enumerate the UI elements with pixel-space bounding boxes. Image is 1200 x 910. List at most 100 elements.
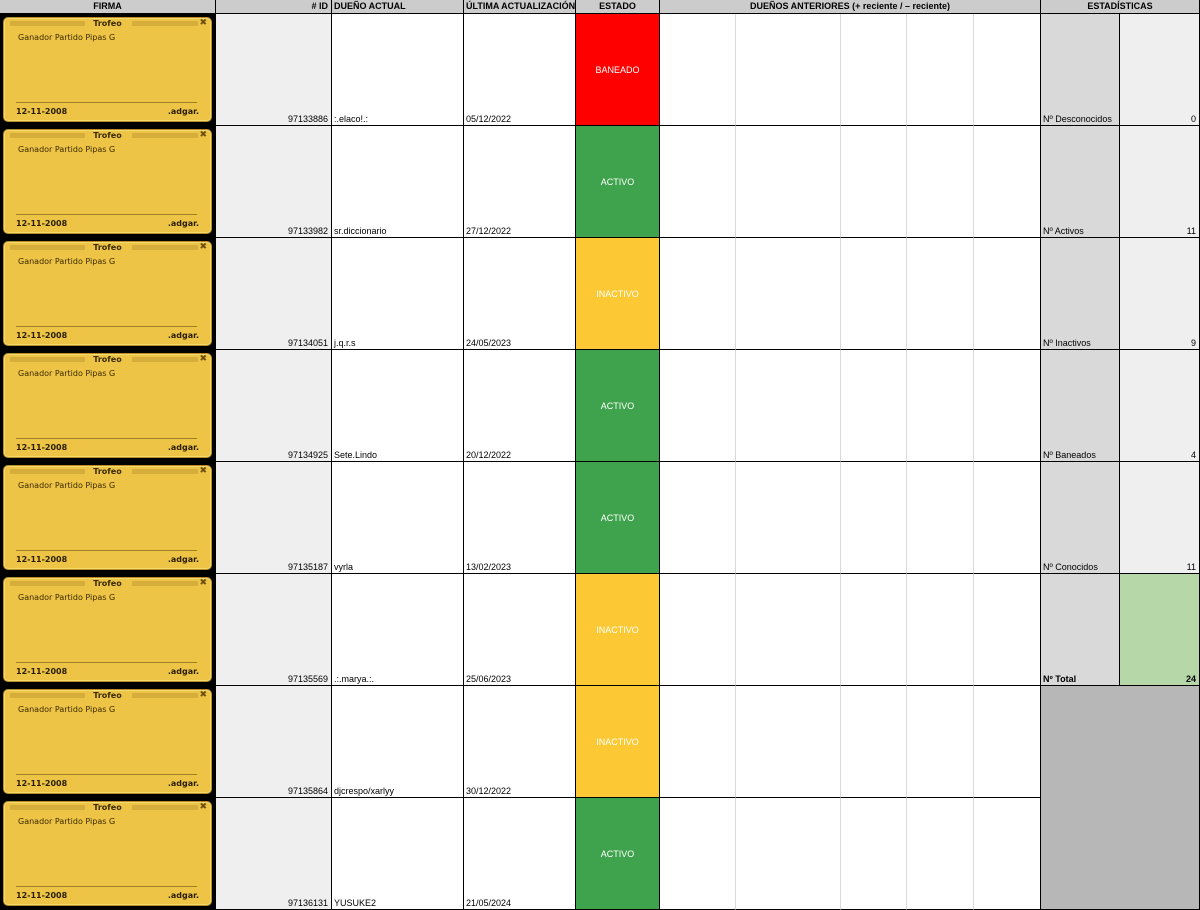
status-cell[interactable]: ACTIVO [576, 350, 660, 462]
owner-cell[interactable]: :.elaco!.: [332, 14, 464, 126]
stat-label-cell[interactable]: Nº Baneados [1041, 350, 1120, 462]
previous-owner-cell[interactable] [736, 574, 841, 686]
firma-cell[interactable]: Trofeo ✖ Ganador Partido Pipas G 12-11-2… [0, 574, 216, 686]
previous-owner-cell[interactable] [841, 686, 907, 798]
previous-owner-cell[interactable] [660, 238, 736, 350]
updated-cell[interactable]: 25/06/2023 [464, 574, 576, 686]
previous-owner-cell[interactable] [907, 126, 974, 238]
updated-cell[interactable]: 05/12/2022 [464, 14, 576, 126]
previous-owner-cell[interactable] [841, 14, 907, 126]
previous-owner-cell[interactable] [974, 462, 1041, 574]
previous-owner-cell[interactable] [974, 574, 1041, 686]
previous-owner-cell[interactable] [907, 238, 974, 350]
previous-owner-cell[interactable] [736, 686, 841, 798]
header-updated[interactable]: ÚLTIMA ACTUALIZACIÓN [464, 0, 576, 14]
previous-owner-cell[interactable] [736, 14, 841, 126]
previous-owner-cell[interactable] [907, 14, 974, 126]
id-cell[interactable]: 97136131 [216, 798, 332, 910]
previous-owner-cell[interactable] [907, 462, 974, 574]
previous-owner-cell[interactable] [660, 686, 736, 798]
previous-owner-cell[interactable] [974, 686, 1041, 798]
updated-cell[interactable]: 13/02/2023 [464, 462, 576, 574]
previous-owner-cell[interactable] [660, 462, 736, 574]
previous-owner-cell[interactable] [660, 574, 736, 686]
previous-owner-cell[interactable] [907, 574, 974, 686]
header-id[interactable]: # ID [216, 0, 332, 14]
id-cell[interactable]: 97134051 [216, 238, 332, 350]
status-cell[interactable]: ACTIVO [576, 126, 660, 238]
previous-owner-cell[interactable] [841, 350, 907, 462]
previous-owner-cell[interactable] [841, 798, 907, 910]
status-cell[interactable]: ACTIVO [576, 798, 660, 910]
previous-owner-cell[interactable] [907, 350, 974, 462]
stat-value-cell[interactable]: 11 [1120, 126, 1200, 238]
previous-owner-cell[interactable] [841, 238, 907, 350]
previous-owner-cell[interactable] [841, 462, 907, 574]
owner-cell[interactable]: j.q.r.s [332, 238, 464, 350]
firma-cell[interactable]: Trofeo ✖ Ganador Partido Pipas G 12-11-2… [0, 462, 216, 574]
updated-cell[interactable]: 24/05/2023 [464, 238, 576, 350]
previous-owner-cell[interactable] [736, 238, 841, 350]
updated-cell[interactable]: 30/12/2022 [464, 686, 576, 798]
header-firma[interactable]: FIRMA [0, 0, 216, 14]
firma-cell[interactable]: Trofeo ✖ Ganador Partido Pipas G 12-11-2… [0, 798, 216, 910]
previous-owner-cell[interactable] [736, 350, 841, 462]
header-previous-owners[interactable]: DUEÑOS ANTERIORES (+ reciente / – recien… [660, 0, 1041, 14]
id-cell[interactable]: 97135864 [216, 686, 332, 798]
owner-cell[interactable]: djcrespo/xarlyy [332, 686, 464, 798]
previous-owner-cell[interactable] [974, 238, 1041, 350]
header-stats[interactable]: ESTADÍSTICAS [1041, 0, 1200, 14]
owner-cell[interactable]: Sete.Lindo [332, 350, 464, 462]
previous-owner-cell[interactable] [974, 798, 1041, 910]
stat-label-cell[interactable]: Nº Conocidos [1041, 462, 1120, 574]
owner-cell[interactable]: YUSUKE2 [332, 798, 464, 910]
id-cell[interactable]: 97134925 [216, 350, 332, 462]
status-cell[interactable]: INACTIVO [576, 574, 660, 686]
status-cell[interactable]: INACTIVO [576, 238, 660, 350]
header-owner[interactable]: DUEÑO ACTUAL [332, 0, 464, 14]
stat-value-cell[interactable]: 4 [1120, 350, 1200, 462]
status-cell[interactable]: BANEADO [576, 14, 660, 126]
updated-cell[interactable]: 21/05/2024 [464, 798, 576, 910]
owner-cell[interactable]: sr.diccionario [332, 126, 464, 238]
stat-label-cell[interactable]: Nº Total [1041, 574, 1120, 686]
stat-label-cell[interactable]: Nº Desconocidos [1041, 14, 1120, 126]
previous-owner-cell[interactable] [907, 686, 974, 798]
firma-cell[interactable]: Trofeo ✖ Ganador Partido Pipas G 12-11-2… [0, 14, 216, 126]
id-cell[interactable]: 97133886 [216, 14, 332, 126]
previous-owner-cell[interactable] [736, 126, 841, 238]
previous-owner-cell[interactable] [660, 14, 736, 126]
owner-cell[interactable]: .:.marya.:. [332, 574, 464, 686]
owner-cell[interactable]: vyrla [332, 462, 464, 574]
firma-cell[interactable]: Trofeo ✖ Ganador Partido Pipas G 12-11-2… [0, 238, 216, 350]
id-cell[interactable]: 97135569 [216, 574, 332, 686]
id-cell[interactable]: 97135187 [216, 462, 332, 574]
previous-owner-cell[interactable] [907, 798, 974, 910]
previous-owner-cell[interactable] [841, 126, 907, 238]
previous-owner-cell[interactable] [841, 574, 907, 686]
id-cell[interactable]: 97133982 [216, 126, 332, 238]
previous-owner-cell[interactable] [974, 350, 1041, 462]
id-value: 97135864 [287, 786, 328, 796]
previous-owner-cell[interactable] [736, 798, 841, 910]
status-cell[interactable]: ACTIVO [576, 462, 660, 574]
stat-value-cell[interactable]: 11 [1120, 462, 1200, 574]
previous-owner-cell[interactable] [736, 462, 841, 574]
previous-owner-cell[interactable] [974, 126, 1041, 238]
stat-value-cell[interactable]: 9 [1120, 238, 1200, 350]
stat-value-cell[interactable]: 0 [1120, 14, 1200, 126]
stat-label-cell[interactable]: Nº Inactivos [1041, 238, 1120, 350]
header-estado[interactable]: ESTADO [576, 0, 660, 14]
status-cell[interactable]: INACTIVO [576, 686, 660, 798]
firma-cell[interactable]: Trofeo ✖ Ganador Partido Pipas G 12-11-2… [0, 350, 216, 462]
previous-owner-cell[interactable] [660, 350, 736, 462]
previous-owner-cell[interactable] [660, 126, 736, 238]
previous-owner-cell[interactable] [660, 798, 736, 910]
stat-value-cell[interactable]: 24 [1120, 574, 1200, 686]
updated-cell[interactable]: 27/12/2022 [464, 126, 576, 238]
firma-cell[interactable]: Trofeo ✖ Ganador Partido Pipas G 12-11-2… [0, 126, 216, 238]
firma-cell[interactable]: Trofeo ✖ Ganador Partido Pipas G 12-11-2… [0, 686, 216, 798]
stat-label-cell[interactable]: Nº Activos [1041, 126, 1120, 238]
previous-owner-cell[interactable] [974, 14, 1041, 126]
updated-cell[interactable]: 20/12/2022 [464, 350, 576, 462]
